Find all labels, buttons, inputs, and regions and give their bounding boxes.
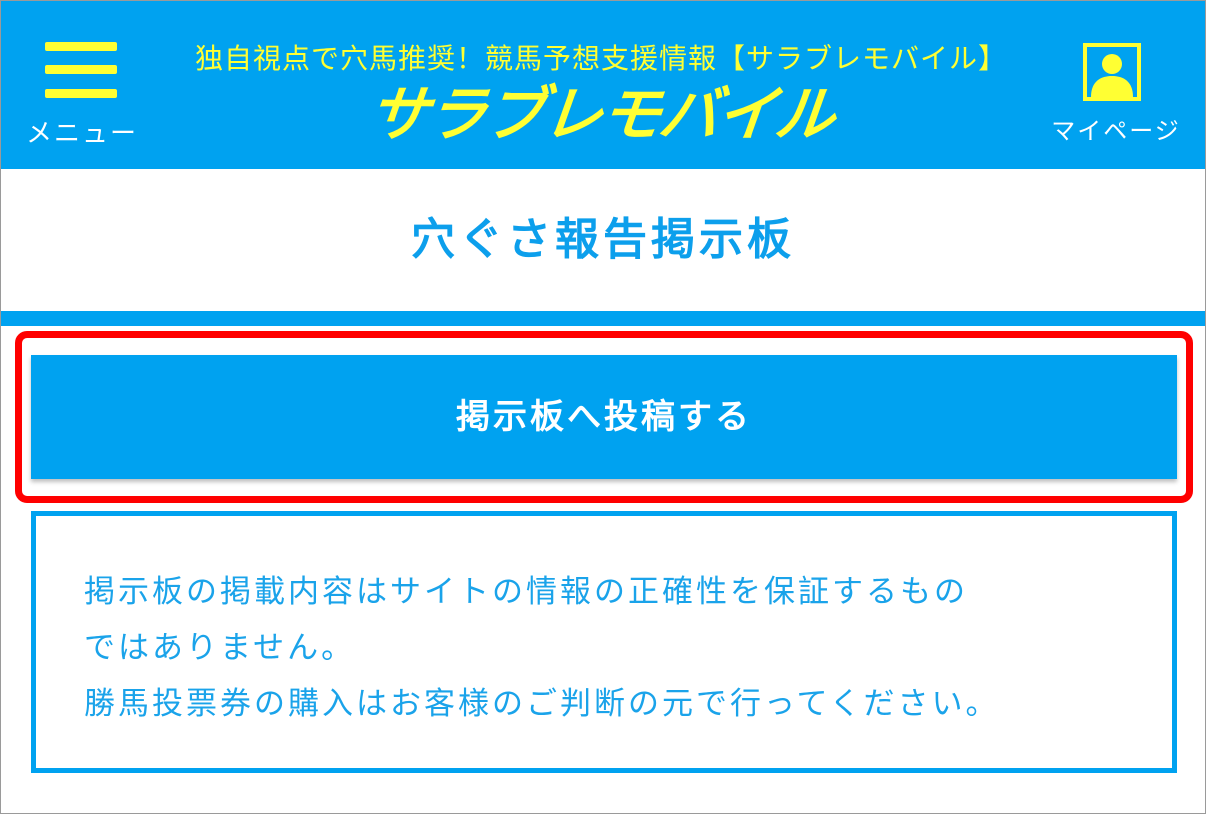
mypage-label: マイページ	[1051, 117, 1181, 145]
mypage-button[interactable]: マイページ	[1041, 41, 1191, 145]
divider-bar	[1, 311, 1205, 326]
post-to-board-button[interactable]: 掲示板へ投稿する	[31, 355, 1177, 479]
notice-line-2: ではありません。	[84, 630, 356, 666]
menu-button[interactable]: メニュー	[23, 33, 141, 149]
app-frame: メニュー 独自視点で穴馬推奨！競馬予想支援情報【サラブレモバイル】 サラブレモバ…	[0, 0, 1206, 814]
site-header: メニュー 独自視点で穴馬推奨！競馬予想支援情報【サラブレモバイル】 サラブレモバ…	[1, 1, 1205, 169]
site-tagline: 独自視点で穴馬推奨！競馬予想支援情報【サラブレモバイル】	[194, 42, 1007, 75]
menu-label: メニュー	[25, 119, 138, 149]
notice-line-3: 勝馬投票券の購入はお客様のご判断の元で行ってください。	[84, 686, 1000, 722]
notice-line-1: 掲示板の掲載内容はサイトの情報の正確性を保証するもの	[84, 574, 968, 610]
disclaimer-notice: 掲示板の掲載内容はサイトの情報の正確性を保証するもの ではありません。 勝馬投票…	[31, 511, 1177, 773]
user-profile-icon	[1083, 43, 1141, 101]
hamburger-icon	[45, 39, 117, 101]
page-title: 穴ぐさ報告掲示板	[411, 214, 795, 265]
site-logo[interactable]: サラブレモバイル	[297, 77, 905, 153]
